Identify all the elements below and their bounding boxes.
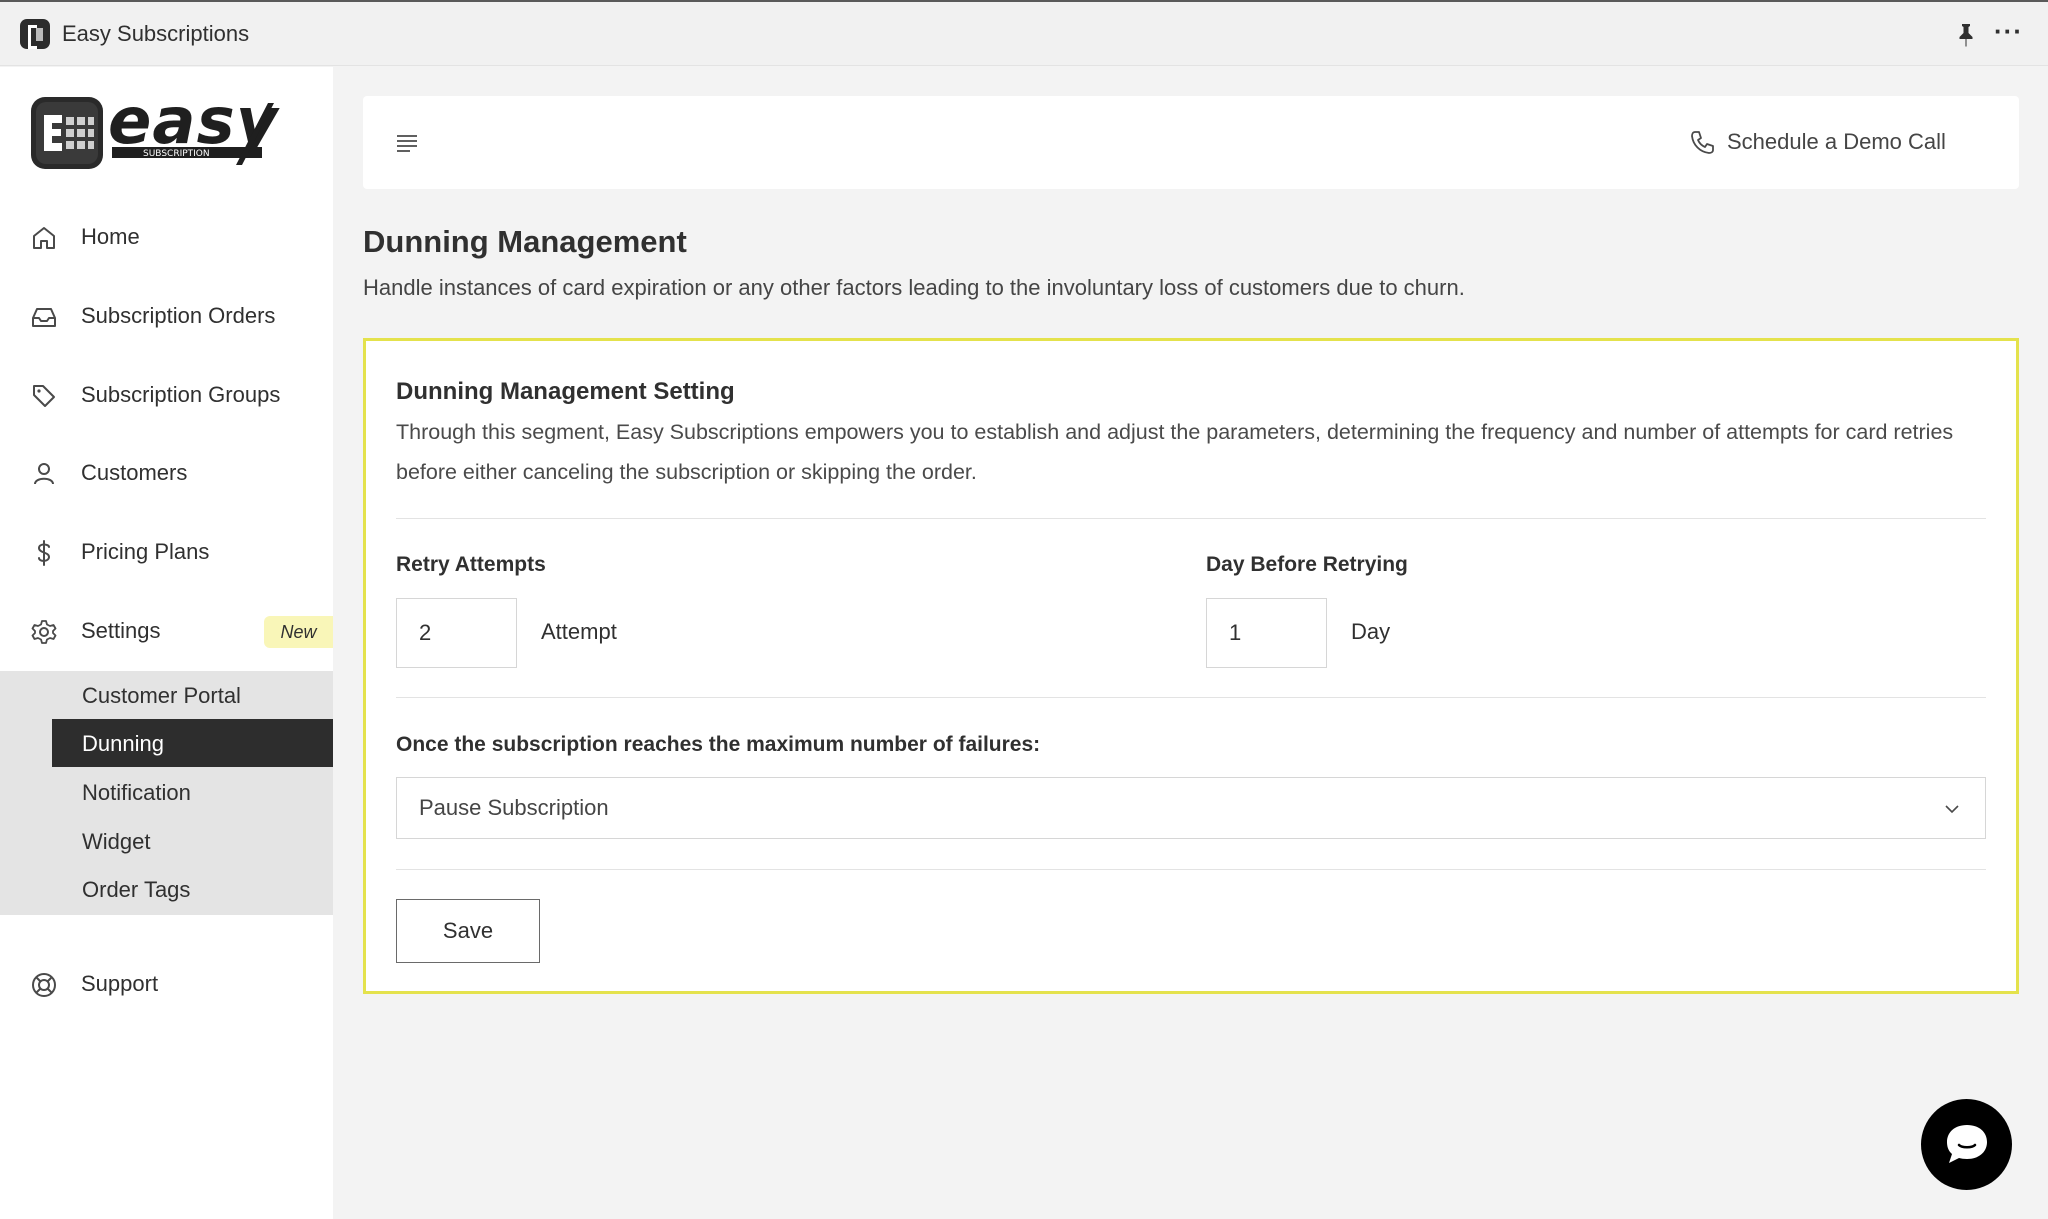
lifebuoy-icon (32, 973, 56, 997)
day-before-retrying-unit: Day (1351, 619, 1391, 644)
sidebar-item-label: Subscription Groups (81, 382, 281, 407)
new-badge: New (264, 616, 333, 648)
page-subtitle: Handle instances of card expiration or a… (363, 275, 1465, 300)
card-description: Through this segment, Easy Subscriptions… (396, 420, 1954, 484)
submenu-item-order-tags[interactable]: Order Tags (52, 865, 333, 913)
max-failures-select[interactable]: Pause Subscription (396, 777, 1986, 839)
submenu-item-label: Dunning (82, 731, 164, 756)
sidebar-item-settings[interactable]: Settings New (0, 601, 333, 661)
sidebar-item-subscription-groups[interactable]: Subscription Groups (0, 365, 333, 425)
sidebar-item-label: Subscription Orders (81, 303, 276, 328)
sidebar-item-support[interactable]: Support (0, 954, 333, 1014)
divider (396, 697, 1986, 698)
more-options-icon[interactable]: ··· (1994, 18, 2024, 48)
chat-launcher[interactable] (1921, 1099, 2012, 1190)
app-title: Easy Subscriptions (62, 21, 250, 46)
phone-icon (1691, 131, 1714, 154)
divider (396, 518, 1986, 519)
submenu-item-label: Customer Portal (82, 683, 241, 708)
submenu-item-notification[interactable]: Notification (52, 768, 333, 816)
sidebar: easy SUBSCRIPTION Home Subscription Orde… (0, 67, 333, 1219)
retry-attempts-input[interactable] (396, 598, 517, 668)
sidebar-item-label: Support (81, 971, 159, 996)
card-title: Dunning Management Setting (396, 378, 735, 405)
sidebar-item-home[interactable]: Home (0, 207, 333, 267)
chat-bubble-icon (1947, 1125, 1987, 1163)
day-before-retrying-label: Day Before Retrying (1206, 553, 1408, 576)
retry-attempts-unit: Attempt (541, 619, 617, 644)
tag-icon (33, 385, 55, 407)
sidebar-item-subscription-orders[interactable]: Subscription Orders (0, 286, 333, 346)
user-icon (34, 463, 54, 485)
max-failures-selected: Pause Subscription (419, 795, 609, 820)
sidebar-item-customers[interactable]: Customers (0, 443, 333, 503)
pin-icon[interactable] (1954, 22, 1978, 48)
dunning-settings-card: Dunning Management Setting Through this … (363, 338, 2019, 994)
submenu-item-widget[interactable]: Widget (52, 817, 333, 865)
retry-attempts-label: Retry Attempts (396, 553, 546, 576)
title-bar: Easy Subscriptions ··· (0, 0, 2048, 66)
menu-icon[interactable] (395, 133, 419, 153)
submenu-item-label: Order Tags (82, 877, 191, 902)
chevron-down-icon (1945, 805, 1959, 814)
day-before-retrying-input[interactable] (1206, 598, 1327, 668)
sidebar-item-pricing-plans[interactable]: Pricing Plans (0, 522, 333, 582)
submenu-item-dunning[interactable]: Dunning (52, 719, 333, 767)
submenu-item-label: Notification (82, 780, 191, 805)
sidebar-item-label: Pricing Plans (81, 539, 210, 564)
logo-tag: SUBSCRIPTION (143, 149, 210, 159)
easy-subscription-logo: easy SUBSCRIPTION (31, 93, 279, 169)
inbox-icon (32, 308, 56, 327)
max-failures-label: Once the subscription reaches the maximu… (396, 733, 1041, 756)
divider (396, 869, 1986, 870)
save-button[interactable]: Save (396, 899, 540, 963)
sidebar-item-label: Customers (81, 460, 188, 485)
submenu-item-customer-portal[interactable]: Customer Portal (52, 671, 333, 719)
home-icon (33, 227, 55, 249)
top-header: Schedule a Demo Call (363, 96, 2019, 189)
gear-icon (31, 620, 57, 644)
schedule-demo-label: Schedule a Demo Call (1727, 129, 1946, 154)
app-icon (20, 19, 50, 49)
schedule-demo-link[interactable]: Schedule a Demo Call (1689, 126, 1989, 158)
page-title: Dunning Management (363, 224, 687, 259)
settings-submenu: Customer Portal Dunning Notification Wid… (0, 671, 333, 915)
submenu-item-label: Widget (82, 829, 151, 854)
sidebar-item-label: Settings (81, 618, 161, 643)
dollar-icon (37, 540, 51, 566)
sidebar-item-label: Home (81, 224, 140, 249)
